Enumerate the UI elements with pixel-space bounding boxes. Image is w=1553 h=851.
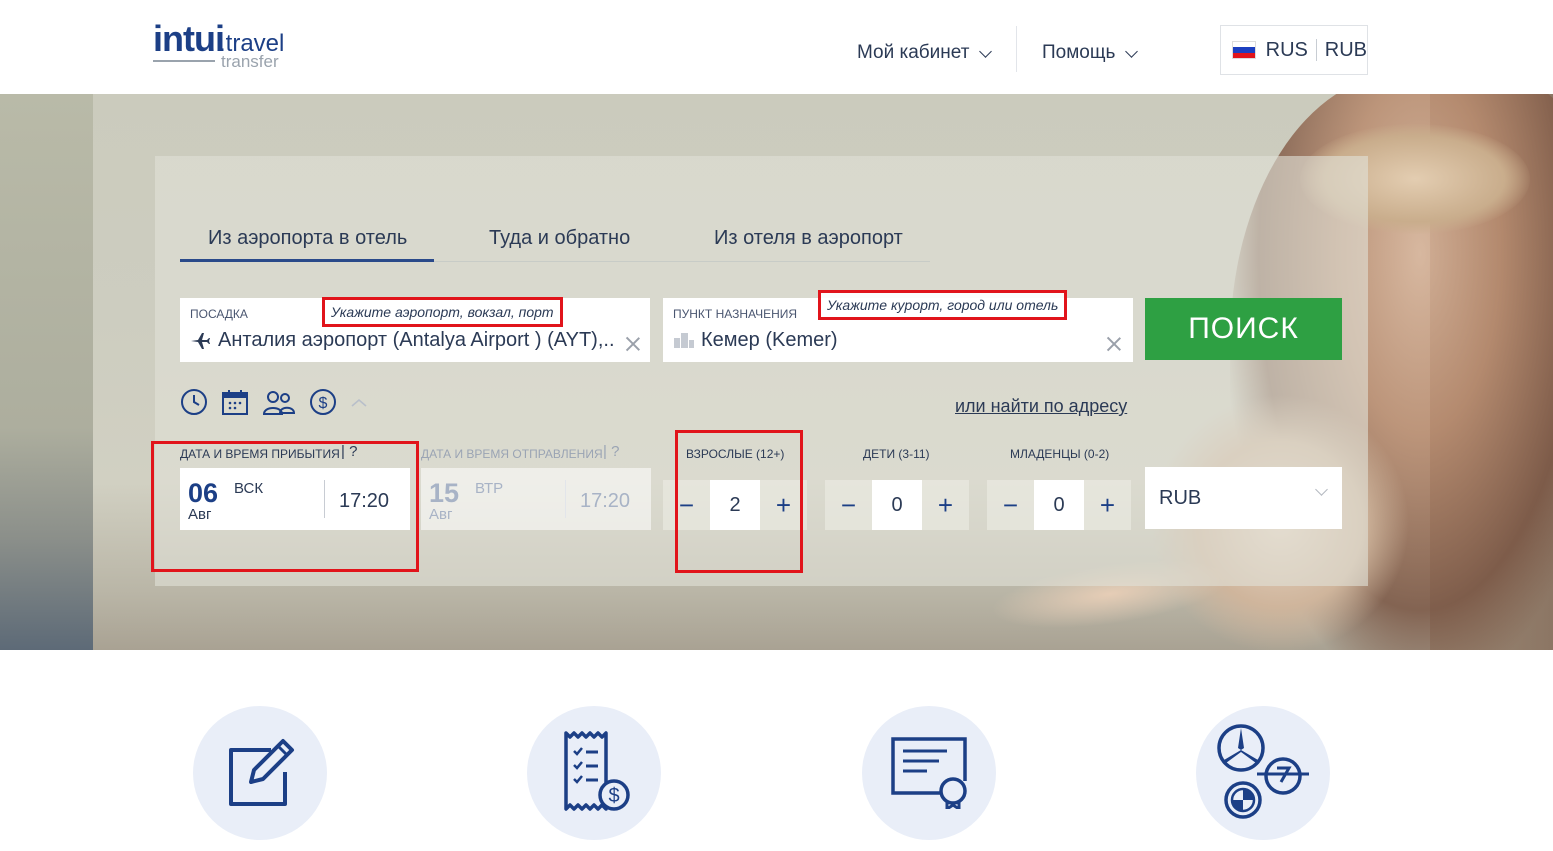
language-label: RUS xyxy=(1265,38,1308,61)
clock-icon[interactable] xyxy=(180,388,208,421)
calendar-icon[interactable] xyxy=(221,388,249,421)
find-by-address-link[interactable]: или найти по адресу xyxy=(955,396,1127,417)
logo[interactable]: intui .travel transfer xyxy=(153,18,293,74)
chevron-down-icon xyxy=(1315,483,1328,496)
infants-stepper: − 0 + xyxy=(987,480,1131,530)
filter-icon-row: $ xyxy=(180,388,368,421)
departure-month: Авг xyxy=(429,506,453,523)
hero-banner: Из аэропорта в отель Туда и обратно Из о… xyxy=(0,94,1553,650)
car-brands-icon xyxy=(1211,722,1315,825)
departure-weekday: ВТР xyxy=(475,480,504,497)
edit-icon xyxy=(221,732,299,815)
clear-pickup-icon[interactable] xyxy=(625,336,641,352)
infants-minus-button[interactable]: − xyxy=(987,480,1034,530)
hero-left-strip xyxy=(0,94,93,650)
dollar-icon[interactable]: $ xyxy=(309,388,337,421)
currency-select-value: RUB xyxy=(1159,486,1202,509)
currency-select[interactable]: RUB xyxy=(1145,467,1342,529)
adults-highlight-annotation xyxy=(675,430,803,573)
infants-value[interactable]: 0 xyxy=(1034,480,1084,530)
logo-tagline: transfer xyxy=(221,52,279,71)
certificate-icon xyxy=(887,733,971,814)
destination-hint-annotation: Укажите курорт, город или отель xyxy=(818,290,1068,320)
children-minus-button[interactable]: − xyxy=(825,480,872,530)
infants-plus-button[interactable]: + xyxy=(1084,480,1131,530)
children-plus-button[interactable]: + xyxy=(922,480,969,530)
header: intui .travel transfer Мой кабинет Помощ… xyxy=(0,0,1553,94)
chevron-down-icon xyxy=(1125,44,1139,58)
russia-flag-icon xyxy=(1232,41,1256,59)
chevron-up-icon[interactable] xyxy=(350,396,368,414)
pickup-hint-annotation: Укажите аэропорт, вокзал, порт xyxy=(322,297,563,327)
feature-certificate xyxy=(862,706,996,840)
passengers-icon[interactable] xyxy=(262,388,296,421)
logo-main: intui xyxy=(153,18,225,59)
infants-label: МЛАДЕНЦЫ (0-2) xyxy=(1010,447,1110,461)
departure-help-text: ? xyxy=(611,443,620,460)
departure-day: 15 xyxy=(429,478,460,508)
help-label: Помощь xyxy=(1042,42,1116,63)
currency-label: RUB xyxy=(1324,38,1367,61)
children-label: ДЕТИ (3-11) xyxy=(863,447,930,461)
svg-text:$: $ xyxy=(608,785,619,807)
children-stepper: − 0 + xyxy=(825,480,969,530)
my-cabinet-menu[interactable]: Мой кабинет xyxy=(857,42,993,64)
language-currency-selector[interactable]: RUS RUB xyxy=(1220,25,1368,75)
feature-car-brands xyxy=(1196,706,1330,840)
pickup-label: ПОСАДКА xyxy=(190,307,248,321)
pickup-input[interactable]: Анталия аэропорт (Antalya Airport ) (AYT… xyxy=(218,329,618,352)
search-button[interactable]: ПОИСК xyxy=(1145,298,1342,360)
route-tabs: Из аэропорта в отель Туда и обратно Из о… xyxy=(180,224,930,262)
destination-input[interactable]: Кемер (Kemer) xyxy=(701,329,1101,352)
departure-date-picker[interactable]: 15 ВТР Авг 17:20 xyxy=(421,468,651,530)
lang-divider xyxy=(1315,39,1317,61)
children-value[interactable]: 0 xyxy=(872,480,922,530)
help-menu[interactable]: Помощь xyxy=(1042,42,1139,64)
destination-label: ПУНКТ НАЗНАЧЕНИЯ xyxy=(673,307,798,321)
feature-receipt: $ xyxy=(527,706,661,840)
buildings-icon xyxy=(673,332,695,353)
my-cabinet-label: Мой кабинет xyxy=(857,42,970,63)
tab-round-trip[interactable]: Туда и обратно xyxy=(489,224,630,262)
feature-edit xyxy=(193,706,327,840)
date-time-divider xyxy=(565,480,566,518)
departure-label: ДАТА И ВРЕМЯ ОТПРАВЛЕНИЯ xyxy=(421,447,603,461)
logo-underline xyxy=(153,60,215,62)
plane-icon xyxy=(190,332,210,355)
clear-destination-icon[interactable] xyxy=(1106,336,1122,352)
arrival-highlight-annotation xyxy=(151,441,419,572)
tab-hotel-to-airport[interactable]: Из отеля в аэропорт xyxy=(714,224,903,262)
chevron-down-icon xyxy=(979,44,993,58)
nav-divider xyxy=(1016,26,1017,72)
departure-time[interactable]: 17:20 xyxy=(580,490,630,513)
svg-text:$: $ xyxy=(319,395,328,412)
departure-help-icon[interactable]: | ? xyxy=(603,443,619,460)
tab-airport-to-hotel[interactable]: Из аэропорта в отель xyxy=(180,224,434,262)
receipt-icon: $ xyxy=(554,729,634,818)
